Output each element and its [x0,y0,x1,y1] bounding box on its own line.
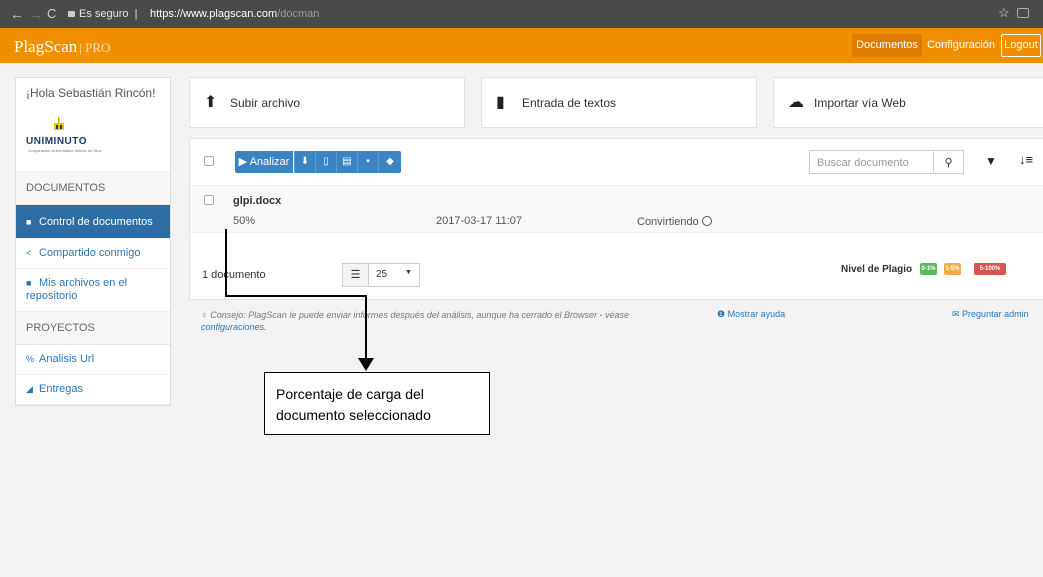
annotation-line-1: Porcentaje de carga del [276,386,424,402]
annotation-line [365,295,367,359]
select-all-checkbox[interactable] [204,156,214,166]
table-row[interactable]: glpi.docx 50% 2017-03-17 11:07 Convirtie… [190,185,1043,233]
archive-icon: ■ [26,278,32,288]
forward-icon[interactable]: → [29,6,43,22]
upload-label: Subir archivo [230,96,301,110]
browser-toolbar: ← → C Es seguro | https://www.plagscan.c… [0,0,1043,28]
org-name: UNIMINUTO [26,136,87,147]
section-proyectos: PROYECTOS [16,312,170,345]
file-icon: ■ [26,217,32,227]
plagio-level-label: Nivel de Plagio [841,264,913,275]
sidebar-item-label: Mis archivos en el repositorio [26,277,128,302]
page-size-value: 25 [376,269,388,280]
document-date: 2017-03-17 11:07 [436,215,523,227]
annotation-line [225,229,227,296]
badge-mid: 1-5% [944,263,961,275]
info-icon: ❶ [717,309,728,319]
app-header: PlagScan | PRO Documentos Configuración L… [0,28,1043,63]
sidebar-item-entregas[interactable]: ◢ Entregas [16,375,170,405]
tip-text: ♀ Consejo: PlagScan le puede enviar info… [201,309,651,333]
address-bar[interactable]: https://www.plagscan.com/docman [150,8,319,20]
badge-high: 5-100% [974,263,1006,275]
search-input[interactable]: Buscar documento [809,150,934,174]
play-icon: ▶ [238,156,248,168]
upload-icon: ⬆ [204,94,218,111]
logout-button[interactable]: Logout [1001,34,1041,57]
tip-body: Consejo: PlagScan le puede enviar inform… [210,310,630,320]
search-icon[interactable]: ⚲ [934,150,964,174]
document-name[interactable]: glpi.docx [233,195,281,207]
filter-icon[interactable]: ▼ [985,154,997,168]
extension-icon[interactable] [1017,8,1029,18]
paste-document-icon: ▮ [496,94,505,111]
tag-icon[interactable]: ◆ [378,151,401,173]
download-icon[interactable]: ⬇ [294,151,315,173]
uniminuto-emblem-icon [54,117,64,130]
import-web-label: Importar vía Web [814,96,906,110]
delete-icon[interactable]: ▯ [315,151,336,173]
document-status: Convirtiendo [637,215,712,228]
logo-suffix: | PRO [79,40,111,55]
archive-icon[interactable]: ▤ [336,151,357,173]
org-logo: UNIMINUTO Corporación Universitaria Minu… [16,112,170,172]
document-panel: ▶ Analizar ⬇ ▯ ▤ ▪ ◆ Buscar documento ⚲ … [189,138,1043,300]
import-web-button[interactable]: ☁ Importar vía Web [773,77,1043,128]
document-count: 1 documento [202,269,266,281]
analyze-label: Analizar [249,156,290,168]
sidebar-item-control-documentos[interactable]: ■ Control de documentos [16,205,170,239]
section-documentos: DOCUMENTOS [16,172,170,205]
url-host: https://www.plagscan.com [150,8,278,20]
list-icon: ☰ [343,264,369,286]
sidebar-item-analisis-url[interactable]: % Analisis Url [16,345,170,375]
sidebar-item-label: Entregas [39,383,84,395]
envelope-icon: ✉ [952,309,963,319]
annotation-line-2: documento seleccionado [276,407,431,423]
org-subtitle: Corporación Universitaria Minuto de Dios [28,148,102,153]
text-entry-label: Entrada de textos [522,96,617,110]
lock-icon [68,11,75,17]
reload-icon[interactable]: C [47,6,56,21]
analyze-button[interactable]: ▶ Analizar [235,151,293,173]
ask-admin-link[interactable]: ✉ Preguntar admin [952,309,1029,320]
annotation-line [225,295,367,297]
sidebar-item-label: Compartido conmigo [39,247,141,259]
document-progress: 50% [233,215,256,227]
upload-file-button[interactable]: ⬆ Subir archivo [189,77,465,128]
lock-icon[interactable]: ▪ [357,151,378,173]
logo-text: PlagScan [14,37,78,56]
security-indicator[interactable]: Es seguro | [68,8,138,20]
plagscan-logo[interactable]: PlagScan | PRO [14,37,110,57]
greeting: ¡Hola Sebastián Rincón! [26,86,156,100]
sidebar-item-label: Analisis Url [39,353,95,365]
status-label: Convirtiendo [637,216,699,228]
sidebar-item-repositorio[interactable]: ■ Mis archivos en el repositorio [16,269,170,312]
share-icon: < [26,248,32,258]
show-help-link[interactable]: ❶ Mostrar ayuda [717,309,785,320]
nav-configuracion[interactable]: Configuración [926,34,996,57]
sidebar: ¡Hola Sebastián Rincón! UNIMINUTO Corpor… [15,77,171,406]
lightbulb-icon: ♀ [201,310,211,320]
nav-documentos[interactable]: Documentos [852,34,922,57]
url-path: /docman [277,8,320,20]
badge-low: 0-1% [920,263,937,275]
annotation-arrow-icon [358,358,374,371]
bookmark-star-icon[interactable]: ☆ [998,5,1010,21]
ask-admin-label: Preguntar admin [962,309,1029,319]
cloud-upload-icon: ☁ [788,94,804,111]
sidebar-item-label: Control de documentos [39,216,153,228]
settings-link[interactable]: configuraciones. [201,322,267,332]
page-size-select[interactable]: ☰ 25 ▼ [342,263,420,287]
sidebar-item-compartido[interactable]: < Compartido conmigo [16,239,170,269]
sort-icon[interactable]: ↓≡ [1019,152,1033,167]
annotation-callout: Porcentaje de carga del documento selecc… [264,372,490,435]
send-icon: ◢ [26,384,33,394]
spinner-icon [701,216,712,226]
show-help-label: Mostrar ayuda [727,309,786,319]
chevron-down-icon: ▼ [405,269,412,276]
secure-label: Es seguro [79,8,129,20]
text-entry-button[interactable]: ▮ Entrada de textos [481,77,757,128]
row-checkbox[interactable] [204,195,214,205]
back-icon[interactable]: ← [10,6,24,22]
link-icon: % [26,354,35,364]
